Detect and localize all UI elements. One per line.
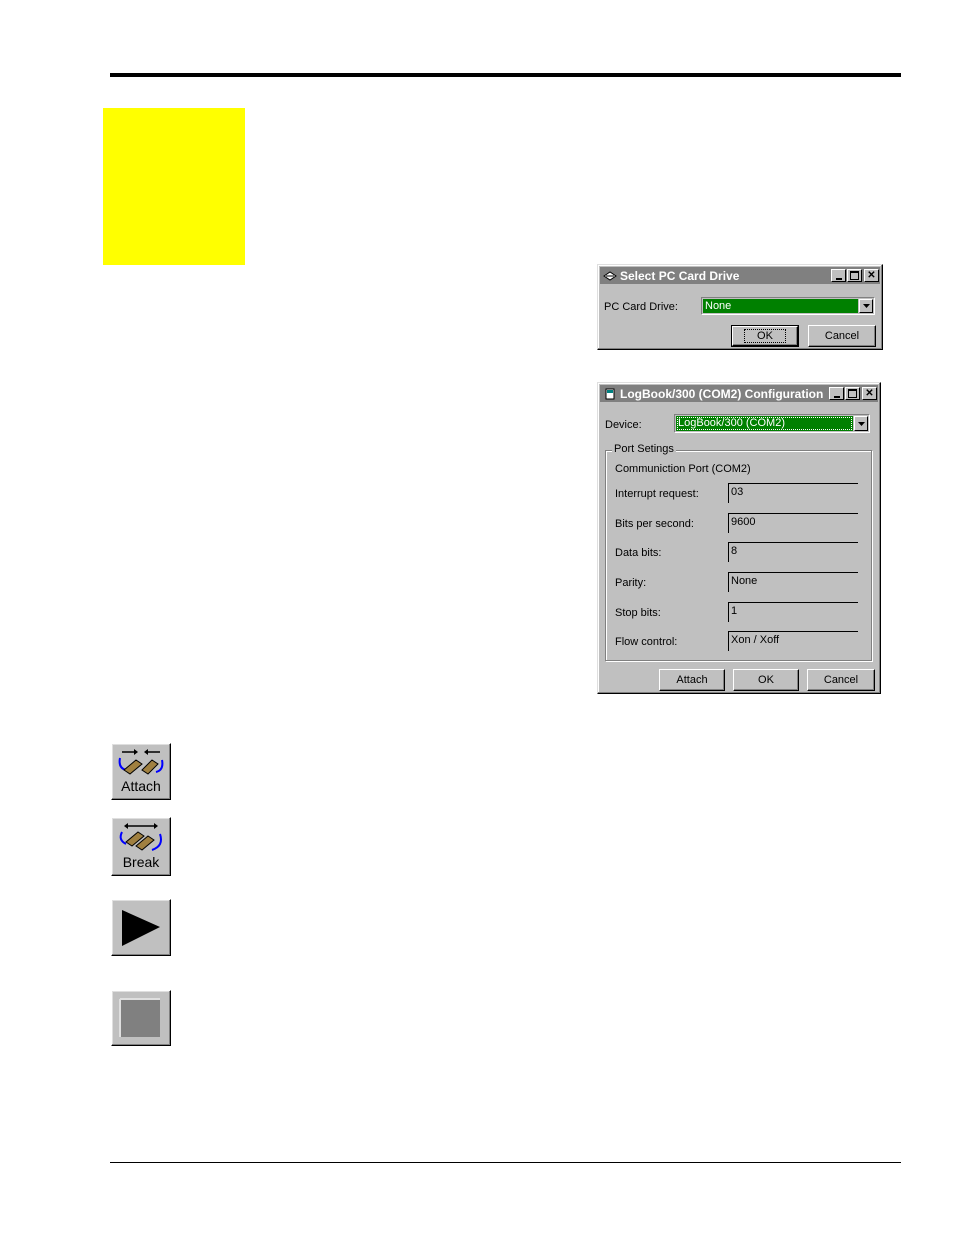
- maximize-button[interactable]: [847, 269, 862, 282]
- dialog-titlebar: Select PC Card Drive ✕: [600, 267, 880, 284]
- chevron-down-icon: [862, 304, 870, 308]
- parity-field[interactable]: None: [728, 572, 858, 592]
- bits-per-second-label: Bits per second:: [615, 518, 694, 530]
- minimize-icon: [835, 277, 842, 280]
- stop-bits-field[interactable]: 1: [728, 602, 858, 622]
- book-icon: [603, 388, 617, 400]
- device-select[interactable]: LogBook/300 (COM2): [674, 414, 870, 433]
- logbook-configuration-dialog: LogBook/300 (COM2) Configuration ✕ Devic…: [597, 382, 881, 694]
- close-button[interactable]: ✕: [864, 269, 879, 282]
- device-label: Device:: [605, 419, 642, 431]
- stop-toolbar-button[interactable]: [111, 990, 171, 1046]
- data-bits-field[interactable]: 8: [728, 542, 858, 562]
- break-toolbar-button[interactable]: Break: [111, 817, 171, 876]
- maximize-icon: [850, 271, 859, 280]
- pc-card-drive-label: PC Card Drive:: [604, 301, 678, 313]
- dropdown-arrow[interactable]: [854, 416, 868, 431]
- cancel-button[interactable]: Cancel: [807, 669, 875, 691]
- interrupt-request-field[interactable]: 03: [728, 483, 858, 503]
- play-icon: [122, 910, 160, 946]
- bits-per-second-field[interactable]: 9600: [728, 513, 858, 533]
- chevron-down-icon: [857, 421, 865, 426]
- interrupt-request-label: Interrupt request:: [615, 488, 699, 500]
- attach-toolbar-button[interactable]: Attach: [111, 743, 171, 800]
- attach-icon: [118, 749, 164, 775]
- yellow-highlight-box: [103, 108, 245, 265]
- pc-card-drive-value: None: [703, 299, 858, 313]
- drive-icon: [603, 270, 617, 282]
- communication-port-caption: Communiction Port (COM2): [615, 463, 751, 475]
- minimize-button[interactable]: [831, 269, 846, 282]
- header-rule: [110, 73, 901, 77]
- flow-control-field[interactable]: Xon / Xoff: [728, 631, 858, 651]
- close-icon: ✕: [867, 269, 876, 281]
- cancel-button[interactable]: Cancel: [808, 325, 876, 347]
- minimize-button[interactable]: [829, 387, 844, 400]
- port-settings-legend: Port Setings: [612, 443, 676, 455]
- dialog-titlebar: LogBook/300 (COM2) Configuration ✕: [600, 385, 878, 402]
- close-button[interactable]: ✕: [862, 387, 877, 400]
- maximize-button[interactable]: [845, 387, 860, 400]
- footer-rule: [110, 1162, 901, 1163]
- close-icon: ✕: [865, 387, 874, 399]
- stop-bits-label: Stop bits:: [615, 607, 661, 619]
- device-value: LogBook/300 (COM2): [676, 416, 853, 431]
- data-bits-label: Data bits:: [615, 547, 662, 559]
- dropdown-arrow[interactable]: [859, 299, 873, 313]
- ok-button[interactable]: OK: [733, 669, 799, 691]
- minimize-icon: [833, 395, 840, 398]
- pc-card-drive-select[interactable]: None: [701, 297, 875, 315]
- select-pc-card-drive-dialog: Select PC Card Drive ✕ PC Card Drive: No…: [597, 264, 883, 350]
- dialog-title: Select PC Card Drive: [620, 268, 740, 283]
- attach-button[interactable]: Attach: [659, 669, 725, 691]
- ok-button[interactable]: OK: [731, 325, 799, 347]
- flow-control-label: Flow control:: [615, 636, 678, 648]
- parity-label: Parity:: [615, 577, 647, 589]
- play-toolbar-button[interactable]: [111, 899, 171, 956]
- break-icon: [119, 823, 162, 851]
- maximize-icon: [848, 389, 857, 398]
- break-toolbar-label: Break: [122, 854, 160, 870]
- dialog-title: LogBook/300 (COM2) Configuration: [620, 386, 824, 401]
- attach-toolbar-label: Attach: [121, 778, 161, 794]
- stop-icon: [119, 998, 160, 1037]
